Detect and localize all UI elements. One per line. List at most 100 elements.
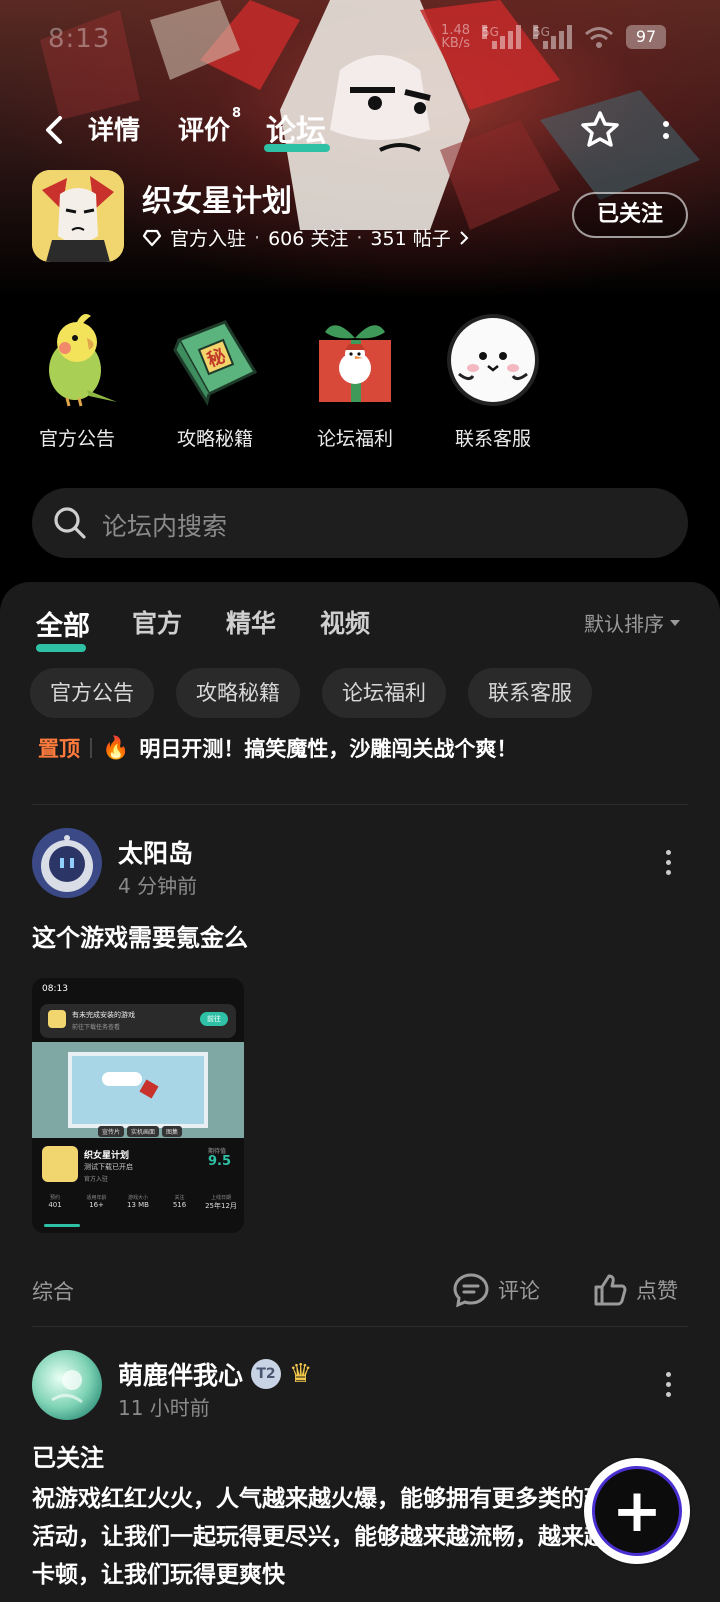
tab-detail[interactable]: 详情 <box>88 110 140 147</box>
chip-welfare[interactable]: 论坛福利 <box>322 668 446 718</box>
forum-search[interactable]: 论坛内搜索 <box>32 488 688 558</box>
shot-score: 9.5 <box>208 1154 232 1169</box>
feed-tab-all[interactable]: 全部 <box>36 604 90 643</box>
crown-icon: ♛ <box>289 1359 313 1389</box>
shot-stat-value: 516 <box>172 1201 187 1209</box>
post-card[interactable]: 太阳岛 4 分钟前 这个游戏需要氪金么 08:13 有未完成安装的游戏 前往下载… <box>0 828 720 1308</box>
signal-label: 5G <box>482 25 499 39</box>
shortcut-announcement[interactable]: 官方公告 <box>22 310 132 460</box>
chevron-right-icon <box>460 230 469 245</box>
shot-stat-value: 25年12月 <box>205 1202 237 1210</box>
divider <box>32 1326 688 1327</box>
post-more-button[interactable] <box>658 1372 678 1402</box>
more-options-button[interactable] <box>648 112 684 148</box>
chip-guides[interactable]: 攻略秘籍 <box>176 668 300 718</box>
follow-button[interactable]: 已关注 <box>572 192 688 238</box>
tab-review[interactable]: 评价8 <box>178 106 241 147</box>
chip-support[interactable]: 联系客服 <box>468 668 592 718</box>
pinned-tag: 置顶 <box>38 737 80 761</box>
shot-scene <box>32 1042 244 1138</box>
search-placeholder: 论坛内搜索 <box>102 512 228 541</box>
status-icons: 1.48 KB/s 5G 5G 97 <box>441 24 666 50</box>
feed-tab-video[interactable]: 视频 <box>320 604 370 640</box>
avatar[interactable] <box>32 1350 102 1420</box>
post-footer: 综合 评论 点赞 <box>32 1270 688 1310</box>
post-title: 已关注 <box>32 1444 104 1472</box>
sort-dropdown[interactable]: 默认排序 <box>584 608 680 637</box>
post-image[interactable]: 08:13 有未完成安装的游戏 前往下载任务查看 前往 宣传片 实机画面 图集 … <box>32 978 244 1233</box>
signal-icon: 5G <box>482 25 521 49</box>
shot-tab: 宣传片 <box>98 1126 125 1137</box>
create-post-button[interactable]: + <box>584 1458 690 1564</box>
shot-game-name: 织女星计划 <box>84 1151 130 1161</box>
parrot-icon <box>49 314 117 407</box>
network-speed-unit: KB/s <box>441 36 470 51</box>
author-name: 萌鹿伴我心 <box>118 1361 244 1390</box>
feed-panel: 全部 官方 精华 视频 默认排序 官方公告 攻略秘籍 论坛福利 联系客服 置顶 … <box>0 582 720 1602</box>
avatar-deer-icon <box>32 1350 102 1420</box>
shortcut-label: 论坛福利 <box>316 428 393 450</box>
back-button[interactable] <box>34 110 74 150</box>
post-author[interactable]: 萌鹿伴我心 T2 ♛ <box>118 1356 312 1392</box>
post-title: 这个游戏需要氪金么 <box>32 924 248 952</box>
top-nav: 详情 评价8 论坛 <box>0 102 720 158</box>
favorite-button[interactable] <box>576 106 624 154</box>
shot-stat-label: 游戏大小 <box>127 1195 148 1201</box>
post-more-button[interactable] <box>658 850 678 880</box>
shortcut-label: 官方公告 <box>38 428 115 450</box>
post-time: 11 小时前 <box>118 1396 210 1420</box>
chip-announcement[interactable]: 官方公告 <box>30 668 154 718</box>
like-button[interactable]: 点赞 <box>592 1270 678 1310</box>
comment-button[interactable]: 评论 <box>452 1270 540 1310</box>
shortcut-label: 联系客服 <box>454 428 531 450</box>
feed-tab-official[interactable]: 官方 <box>132 604 182 640</box>
status-time: 8:13 <box>48 24 111 54</box>
diamond-icon <box>142 229 162 246</box>
author-name: 太阳岛 <box>118 839 194 868</box>
shot-stat-label: 适用年龄 <box>86 1195 107 1201</box>
tab-review-label: 评价 <box>178 116 231 146</box>
shot-game-logo <box>42 1146 78 1182</box>
game-meta: 官方入驻 · 606 关注 · 351 帖子 <box>142 224 469 251</box>
shot-tabs: 宣传片 实机画面 图集 <box>98 1126 183 1137</box>
network-speed: 1.48 KB/s <box>441 24 470 50</box>
game-title: 织女星计划 <box>142 184 292 219</box>
shortcut-guides[interactable]: 秘 攻略秘籍 <box>160 310 270 460</box>
service-blob-icon <box>447 314 539 406</box>
post-category[interactable]: 综合 <box>32 1276 74 1306</box>
pinned-post[interactable]: 置顶 🔥 明日开测！搞笑魔性，沙雕闯关战个爽！ <box>38 730 688 766</box>
fire-icon: 🔥 <box>102 735 130 761</box>
shot-stat-label: 关注 <box>174 1195 185 1201</box>
posts-count[interactable]: 351 帖子 <box>370 224 450 251</box>
shot-notice-text: 有未完成安装的游戏 <box>72 1011 135 1019</box>
pinned-text: 明日开测！搞笑魔性，沙雕闯关战个爽！ <box>139 737 518 761</box>
review-count-badge: 8 <box>232 106 242 122</box>
shot-game-sub: 测试下载已开启 <box>84 1163 133 1171</box>
shot-stat-value: 13 MB <box>127 1201 149 1209</box>
shot-stat-label: 上线日期 <box>210 1195 231 1201</box>
active-tab-indicator <box>264 144 330 152</box>
shot-stats: 预约 401 适用年龄 16+ 游戏大小 13 MB 关注 516 上线日期 25年12月 <box>36 1194 240 1211</box>
battery-indicator: 97 <box>626 25 666 49</box>
shot-stat-value: 401 <box>48 1201 62 1209</box>
shortcut-support[interactable]: 联系客服 <box>438 310 548 460</box>
comment-icon <box>453 1273 489 1308</box>
game-logo[interactable] <box>32 170 124 262</box>
shot-notice-sub: 前往下载任务查看 <box>72 1024 121 1031</box>
search-icon <box>54 507 86 539</box>
plus-icon: + <box>592 1466 682 1556</box>
avatar[interactable] <box>32 828 102 898</box>
post-author[interactable]: 太阳岛 <box>118 834 193 870</box>
status-bar: 8:13 1.48 KB/s 5G 5G 97 <box>0 0 720 80</box>
shortcut-welfare[interactable]: 论坛福利 <box>300 310 410 460</box>
signal-icon-2: 5G <box>533 25 572 49</box>
avatar-robot-icon <box>32 828 102 898</box>
post-time: 4 分钟前 <box>118 874 198 898</box>
shot-time: 08:13 <box>42 984 68 994</box>
shot-stat-value: 16+ <box>89 1201 104 1209</box>
feed-tab-featured[interactable]: 精华 <box>226 604 276 640</box>
game-logo-art <box>32 170 124 262</box>
comment-label: 评论 <box>498 1279 540 1303</box>
header-banner: 8:13 1.48 KB/s 5G 5G 97 详情 评价8 论坛 织女星计划 … <box>0 0 720 300</box>
shot-game-official: 官方入驻 <box>84 1176 109 1183</box>
